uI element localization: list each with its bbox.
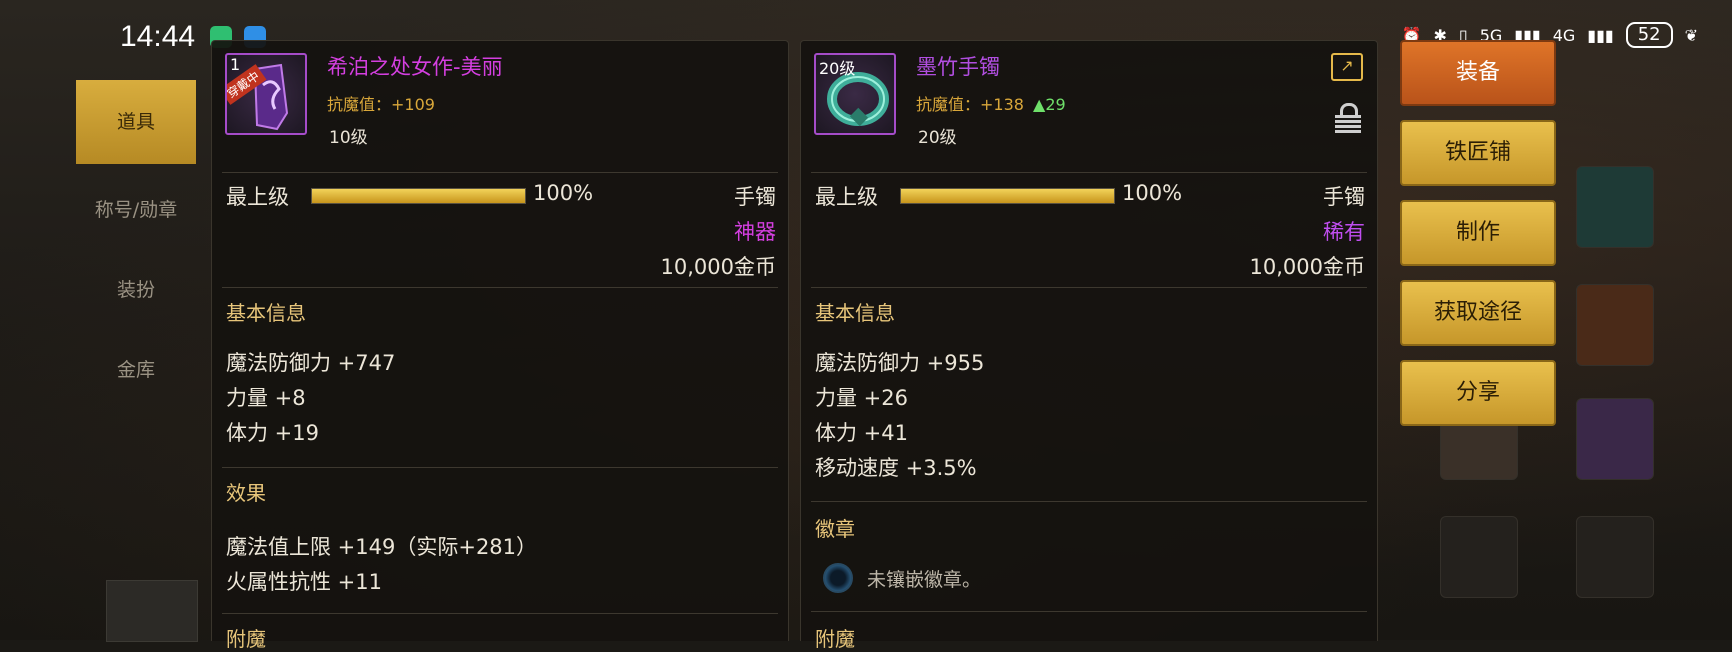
obtain-route-button[interactable]: 获取途径 — [1400, 280, 1556, 346]
stat-line: 移动速度 +3.5% — [815, 456, 977, 480]
inventory-slot[interactable] — [1576, 284, 1654, 366]
stat-line: 体力 +19 — [226, 421, 319, 445]
resist-up-delta: ▲29 — [1033, 95, 1066, 114]
stat-line: 体力 +41 — [815, 421, 908, 445]
tab-vault[interactable]: 金库 — [76, 330, 196, 410]
item-thumbnail[interactable] — [106, 580, 198, 642]
divider — [222, 613, 778, 614]
effect-line: 魔法值上限 +149（实际+281） — [226, 535, 538, 559]
item-type: 手镯 — [734, 185, 776, 209]
inventory-slot[interactable] — [1576, 516, 1654, 598]
grade-label: 最上级 — [815, 185, 878, 209]
resist-stat: 抗魔值：+138 ▲29 — [916, 91, 1066, 115]
grade-bar — [311, 188, 526, 204]
inventory-slot[interactable] — [1440, 516, 1518, 598]
grade-bar — [900, 188, 1115, 204]
item-level-badge: 20级 — [819, 59, 856, 78]
effect-line: 火属性抗性 +11 — [226, 570, 382, 594]
share-button[interactable]: 分享 — [1400, 360, 1556, 426]
tab-items[interactable]: 道具 — [76, 80, 196, 164]
craft-button[interactable]: 制作 — [1400, 200, 1556, 266]
item-name: 墨竹手镯 — [916, 55, 1000, 79]
stat-line: 力量 +26 — [815, 386, 908, 410]
item-name: 希泊之处女作-美丽 — [327, 55, 503, 79]
compare-item-tooltip: 20级 墨竹手镯 抗魔值：+138 ▲29 20级 ↗ 最上级 100% 手镯 … — [800, 40, 1378, 651]
grade-bar-fill — [901, 189, 1114, 203]
emblem-slot-icon[interactable] — [823, 563, 853, 593]
item-type: 手镯 — [1323, 185, 1365, 209]
item-price: 10,000金币 — [1249, 255, 1365, 279]
grade-label: 最上级 — [226, 185, 289, 209]
item-rarity: 神器 — [734, 220, 776, 244]
tab-costume[interactable]: 装扮 — [76, 250, 196, 330]
grade-percent: 100% — [1122, 181, 1183, 205]
blacksmith-button[interactable]: 铁匠铺 — [1400, 120, 1556, 186]
enchant-title: 附魔 — [815, 627, 855, 651]
item-rarity: 稀有 — [1323, 220, 1365, 244]
item-icon: 20级 — [814, 53, 896, 135]
status-time: 14:44 — [120, 20, 196, 53]
divider — [811, 501, 1367, 502]
share-icon[interactable]: ↗ — [1331, 53, 1363, 81]
equip-button[interactable]: 装备 — [1400, 40, 1556, 106]
divider — [811, 287, 1367, 288]
divider — [222, 287, 778, 288]
divider — [222, 172, 778, 173]
item-level: 10级 — [329, 128, 368, 148]
tab-titles-medals[interactable]: 称号/勋章 — [76, 170, 196, 250]
lock-icon[interactable] — [1335, 103, 1361, 133]
effect-title: 效果 — [226, 481, 266, 505]
signal-4g: 4G — [1552, 25, 1576, 45]
battery-indicator: 52 — [1625, 22, 1673, 48]
item-price: 10,000金币 — [660, 255, 776, 279]
stat-line: 魔法防御力 +747 — [226, 351, 396, 375]
equipped-item-tooltip: 1 穿戴中 希泊之处女作-美丽 抗魔值：+109 10级 最上级 100% 手镯… — [211, 40, 789, 651]
inventory-tabs: 道具 称号/勋章 装扮 金库 — [76, 80, 196, 410]
item-level-badge: 1 — [230, 55, 241, 74]
divider — [811, 611, 1367, 612]
stat-line: 魔法防御力 +955 — [815, 351, 985, 375]
leaf-icon: ❦ — [1684, 25, 1698, 45]
item-icon: 1 穿戴中 — [225, 53, 307, 135]
grade-bar-fill — [312, 189, 525, 203]
stat-line: 力量 +8 — [226, 386, 306, 410]
basic-info-title: 基本信息 — [226, 301, 306, 325]
basic-info-title: 基本信息 — [815, 301, 895, 325]
divider — [222, 467, 778, 468]
item-level: 20级 — [918, 128, 957, 148]
resist-stat-value: 抗魔值：+138 — [916, 95, 1024, 114]
enchant-title: 附魔 — [226, 627, 266, 651]
grade-percent: 100% — [533, 181, 594, 205]
inventory-slot[interactable] — [1576, 398, 1654, 480]
divider — [811, 172, 1367, 173]
resist-stat: 抗魔值：+109 — [327, 95, 435, 114]
signal-bars-icon-2: ▮▮▮ — [1587, 25, 1614, 45]
inventory-slot[interactable] — [1576, 166, 1654, 248]
emblem-empty-text: 未镶嵌徽章。 — [867, 569, 982, 591]
emblem-title: 徽章 — [815, 517, 855, 541]
